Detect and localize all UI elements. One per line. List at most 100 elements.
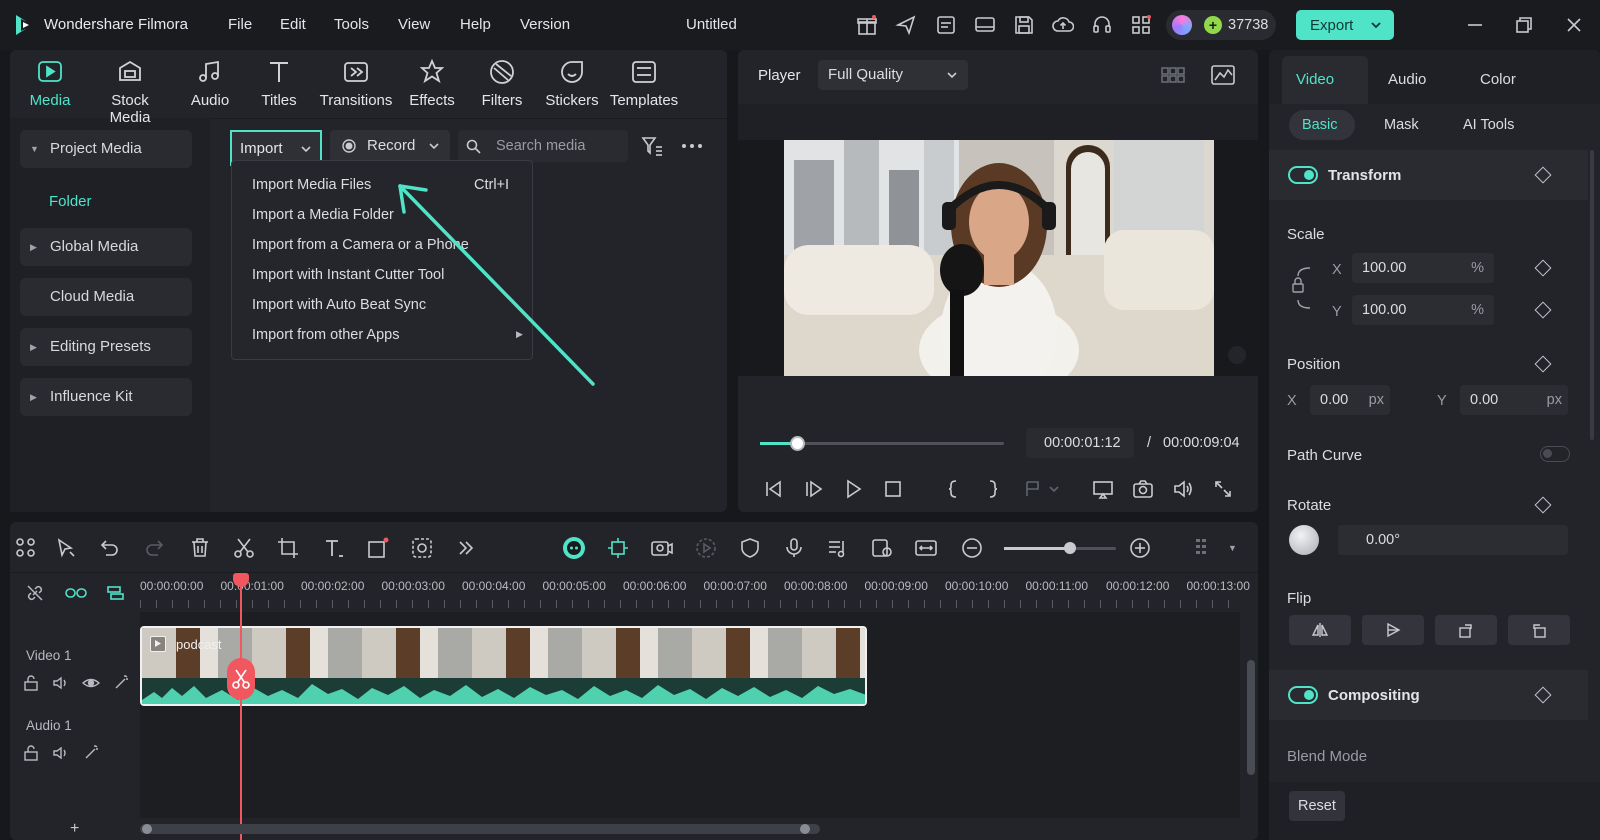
flip-horizontal-button[interactable] xyxy=(1289,615,1351,645)
caret-down-icon[interactable]: ▼ xyxy=(1228,543,1237,553)
player-progress-handle[interactable] xyxy=(790,436,805,451)
tool-templates[interactable]: Templates xyxy=(604,58,684,109)
timeline-horizontal-scrollbar[interactable] xyxy=(140,824,820,834)
magic-wand-icon[interactable] xyxy=(112,674,130,692)
menu-file[interactable]: File xyxy=(228,16,252,33)
close-icon[interactable] xyxy=(1563,14,1585,36)
tool-stickers[interactable]: Stickers xyxy=(532,58,612,109)
restore-icon[interactable] xyxy=(1513,14,1535,36)
minimize-icon[interactable] xyxy=(1464,14,1486,36)
lock-icon[interactable] xyxy=(22,744,40,762)
subtab-mask[interactable]: Mask xyxy=(1384,117,1419,133)
marker-dropdown-icon[interactable] xyxy=(1022,478,1062,500)
rotate-clockwise-button[interactable] xyxy=(1435,615,1497,645)
tab-color[interactable]: Color xyxy=(1480,71,1516,88)
compositing-toggle[interactable] xyxy=(1288,686,1318,704)
split-scissors-icon[interactable] xyxy=(232,536,256,560)
redo-icon[interactable] xyxy=(142,536,166,560)
menu-view[interactable]: View xyxy=(398,16,430,33)
menu-item-import-other-apps[interactable]: Import from other Apps xyxy=(252,327,399,343)
tab-video[interactable]: Video xyxy=(1282,56,1368,104)
ai-video-icon[interactable] xyxy=(650,536,674,560)
more-options-icon[interactable] xyxy=(680,134,704,158)
scroll-right-handle[interactable] xyxy=(800,824,810,834)
speaker-icon[interactable] xyxy=(52,674,70,692)
grid-view-icon[interactable] xyxy=(1160,64,1186,86)
magic-wand-icon[interactable] xyxy=(82,744,100,762)
zoom-slider-track[interactable] xyxy=(1004,542,1116,554)
eye-icon[interactable] xyxy=(82,674,100,692)
split-marker[interactable] xyxy=(227,658,255,700)
record-button[interactable]: Record xyxy=(330,130,450,162)
timeline-view-icon[interactable] xyxy=(1192,536,1216,560)
flip-vertical-button[interactable] xyxy=(1362,615,1424,645)
menu-help[interactable]: Help xyxy=(460,16,491,33)
undo-icon[interactable] xyxy=(98,536,122,560)
template-icon[interactable] xyxy=(935,14,957,36)
tool-titles[interactable]: Titles xyxy=(239,58,319,109)
subtab-basic[interactable]: Basic xyxy=(1289,110,1355,140)
save-icon[interactable] xyxy=(1013,14,1035,36)
volume-icon[interactable] xyxy=(1172,478,1194,500)
tool-effects[interactable]: Effects xyxy=(392,58,472,109)
export-button[interactable]: Export xyxy=(1296,10,1394,40)
position-x-field[interactable]: 0.00 px xyxy=(1310,385,1390,415)
menu-tools[interactable]: Tools xyxy=(334,16,369,33)
credits-pill[interactable]: + 37738 xyxy=(1166,10,1276,40)
lock-icon[interactable] xyxy=(22,674,40,692)
fit-timeline-icon[interactable] xyxy=(914,536,938,560)
reset-button[interactable]: Reset xyxy=(1289,791,1345,821)
sidebar-item-editing-presets[interactable]: ▶ Editing Presets xyxy=(20,328,192,366)
text-tool-icon[interactable] xyxy=(322,536,346,560)
tool-media[interactable]: Media xyxy=(10,58,90,109)
search-input[interactable]: Search media xyxy=(458,130,628,162)
next-frame-icon[interactable] xyxy=(802,478,824,500)
tool-stock-media[interactable]: Stock Media xyxy=(90,58,170,126)
path-curve-toggle[interactable] xyxy=(1540,446,1570,462)
display-settings-icon[interactable] xyxy=(1092,478,1114,500)
scroll-left-handle[interactable] xyxy=(142,824,152,834)
audio-mix-icon[interactable] xyxy=(826,536,850,560)
link-icon[interactable] xyxy=(26,584,44,602)
zoom-in-icon[interactable] xyxy=(1128,536,1152,560)
select-tool-icon[interactable] xyxy=(54,536,78,560)
shield-icon[interactable] xyxy=(738,536,762,560)
mark-out-icon[interactable] xyxy=(982,478,1004,500)
crop-icon[interactable] xyxy=(276,536,300,560)
menu-item-import-media-files[interactable]: Import Media Files xyxy=(252,177,371,193)
sidebar-item-global-media[interactable]: ▶ Global Media xyxy=(20,228,192,266)
player-progress-track[interactable] xyxy=(760,436,1004,451)
auto-highlight-icon[interactable] xyxy=(606,536,630,560)
lock-ratio-icon[interactable] xyxy=(1290,262,1316,312)
tool-transitions[interactable]: Transitions xyxy=(314,58,398,109)
zoom-slider-handle[interactable] xyxy=(1064,542,1076,554)
monitor-icon[interactable] xyxy=(974,14,996,36)
fullscreen-icon[interactable] xyxy=(1212,478,1234,500)
rotate-field[interactable]: 0.00° xyxy=(1338,525,1568,555)
snapshot-camera-icon[interactable] xyxy=(1132,478,1154,500)
magnet-link-icon[interactable] xyxy=(64,584,88,602)
transform-toggle[interactable] xyxy=(1288,166,1318,184)
cloud-upload-icon[interactable] xyxy=(1052,14,1074,36)
scale-y-field[interactable]: 100.00 % xyxy=(1352,295,1494,325)
play-icon[interactable] xyxy=(842,478,864,500)
tab-audio[interactable]: Audio xyxy=(1388,71,1426,88)
timeline-vertical-scrollbar[interactable] xyxy=(1247,660,1255,775)
speaker-icon[interactable] xyxy=(52,744,70,762)
sidebar-item-project-media[interactable]: ▼ Project Media xyxy=(20,130,192,168)
subtab-ai-tools[interactable]: AI Tools xyxy=(1463,117,1514,133)
scopes-icon[interactable] xyxy=(1210,63,1236,87)
position-y-field[interactable]: 0.00 px xyxy=(1460,385,1568,415)
shape-mask-icon[interactable] xyxy=(366,536,390,560)
add-track-button[interactable]: + xyxy=(70,820,79,838)
rotate-dial[interactable] xyxy=(1289,525,1319,555)
menu-version[interactable]: Version xyxy=(520,16,570,33)
scale-x-field[interactable]: 100.00 % xyxy=(1352,253,1494,283)
menu-item-import-media-folder[interactable]: Import a Media Folder xyxy=(252,207,394,223)
inspector-scrollbar[interactable] xyxy=(1590,150,1594,440)
microphone-icon[interactable] xyxy=(782,536,806,560)
zoom-out-icon[interactable] xyxy=(960,536,984,560)
previous-frame-icon[interactable] xyxy=(762,478,784,500)
ripple-edit-icon[interactable] xyxy=(106,584,124,602)
headset-icon[interactable] xyxy=(1091,14,1113,36)
